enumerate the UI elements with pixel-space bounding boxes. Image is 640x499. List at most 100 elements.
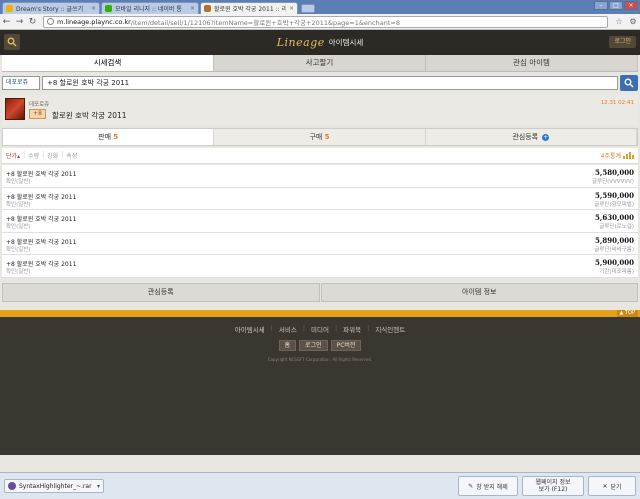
divider: | (42, 151, 45, 158)
server-select[interactable]: 데포로쥬 (2, 76, 40, 90)
search-icon[interactable] (4, 34, 20, 50)
browser-tab-active[interactable]: 할로윈 호박 각궁 2011 :: 리 × (200, 2, 298, 14)
search-row: 데포로쥬 +8 할로윈 호박 각궁 2011 (2, 74, 638, 92)
login-button[interactable]: 로그인 (609, 36, 636, 48)
footer-link[interactable]: 미디어 (311, 324, 329, 334)
tab-sell[interactable]: 판매 5 (3, 129, 215, 145)
download-shelf: SyntaxHighlighter_~.rar ▾ ✎ 창 받지 해제 웹페이지… (0, 472, 640, 499)
forward-icon[interactable]: → (13, 17, 26, 27)
browser-tab-label: 할로윈 호박 각궁 2011 :: 리 (214, 6, 286, 13)
listing-status: 확인(일반) (6, 201, 31, 208)
favicon-icon (105, 5, 112, 12)
listing-status: 확인(일반) (6, 246, 31, 253)
pc-version-button[interactable]: PC버전 (330, 340, 362, 351)
table-row[interactable]: +8 할로윈 호박 각궁 2011 확인(일반) 5,580,000 글루딘(V… (2, 165, 638, 188)
tab-buy-sell[interactable]: 사고팔기 (214, 55, 426, 71)
listing-seller: 글루딘(바바구름) (594, 246, 634, 253)
page-info-button[interactable]: 웹페이지 정보 보기 (F12) (522, 476, 584, 496)
close-icon: ✕ (602, 482, 608, 490)
download-item[interactable]: SyntaxHighlighter_~.rar ▾ (4, 479, 104, 493)
download-filename: SyntaxHighlighter_~.rar (19, 482, 92, 490)
tab-price-search[interactable]: 시세검색 (2, 55, 214, 71)
archive-file-icon (8, 482, 16, 490)
footer-link[interactable]: 아이템시세 (235, 324, 265, 334)
copyright: Copyright NCSOFT Corporation. All Rights… (267, 357, 373, 362)
four-week-stats-label: 4주통계 (600, 153, 621, 160)
sort-arrow-icon: ▴ (17, 153, 21, 160)
four-week-stats-link[interactable]: 4주통계 (601, 151, 634, 160)
scroll-top-button[interactable]: ▲ TOP (616, 310, 638, 317)
back-icon[interactable]: ← (0, 17, 13, 27)
table-row[interactable]: +8 할로윈 호박 각궁 2011 확인(일반) 5,900,000 기란(데포… (2, 255, 638, 278)
sort-options: 단가▴ | 수량 | 강화 | 속성 (6, 151, 77, 160)
browser-tab-label: 모바일 리니지 :: 네이버 통 (115, 6, 182, 13)
enchant-badge: +8 (29, 109, 46, 119)
tab-sell-count: 5 (113, 133, 119, 141)
sort-quantity[interactable]: 수량 (28, 151, 39, 160)
divider: | (270, 324, 273, 332)
footer-links: 아이템시세 | 서비스 | 미디어 | 파워북 | 지식인헨트 (0, 324, 640, 334)
item-datetime: 12.31 02:41 (600, 100, 634, 106)
footer-link[interactable]: 지식인헨트 (375, 324, 405, 334)
new-tab-button[interactable] (301, 4, 315, 13)
listing-seller: 글루딘(항모퍼벌) (594, 201, 634, 208)
item-server: 데포로쥬 (29, 102, 50, 108)
reload-icon[interactable]: ↻ (26, 17, 39, 27)
sort-attribute[interactable]: 속성 (66, 151, 77, 160)
close-icon[interactable]: × (289, 5, 294, 12)
divider: | (367, 324, 370, 332)
address-bar[interactable]: m.lineage.plaync.co.kr /item/detail/sell… (43, 15, 608, 28)
divider: | (334, 324, 338, 332)
sort-row: 단가▴ | 수량 | 강화 | 속성 4주통계 (2, 148, 638, 164)
footer-link[interactable]: 파워북 (343, 324, 361, 334)
close-icon[interactable]: × (91, 5, 96, 12)
footer-buttons: 홈 로그인 PC버전 (0, 340, 640, 351)
minimize-icon[interactable]: – (594, 1, 608, 10)
search-input[interactable]: +8 할로윈 호박 각궁 2011 (42, 76, 618, 90)
chevron-down-icon[interactable]: ▾ (97, 483, 100, 490)
browser-tab[interactable]: Dream's Story :: 글쓰기 × (2, 2, 100, 14)
plus-icon: + (542, 133, 550, 141)
sort-unit-price[interactable]: 단가▴ (6, 151, 20, 160)
tab-buy-count: 5 (324, 133, 330, 141)
listing-status: 확인(일반) (6, 179, 31, 185)
footer-link[interactable]: 서비스 (279, 324, 297, 334)
table-row[interactable]: +8 할로윈 호박 각궁 2011 확인(일반) 5,890,000 글루딘(바… (2, 233, 638, 256)
popup-block-label: 창 받지 해제 (476, 483, 508, 491)
listing-price: 5,590,000 (595, 190, 634, 200)
sort-enchant[interactable]: 강화 (47, 151, 58, 160)
table-row[interactable]: +8 할로윈 호박 각궁 2011 확인(일반) 5,590,000 글루딘(항… (2, 188, 638, 211)
bottom-actions: 관심등록 아이템 정보 (2, 283, 638, 302)
divider: | (61, 151, 64, 158)
site-footer: 아이템시세 | 서비스 | 미디어 | 파워북 | 지식인헨트 홈 로그인 PC… (0, 317, 640, 455)
table-row[interactable]: +8 할로윈 호박 각궁 2011 확인(일반) 5,630,000 글루딘(로… (2, 210, 638, 233)
lineage-logo[interactable]: Lineage (277, 36, 325, 49)
window-controls: – □ × (594, 1, 638, 10)
home-button[interactable]: 홈 (278, 340, 297, 351)
tab-buy[interactable]: 구매 5 (214, 129, 426, 145)
favicon-icon (204, 5, 211, 12)
top-strip (0, 310, 640, 317)
shelf-close-button[interactable]: ✕ 닫기 (588, 476, 636, 496)
maximize-icon[interactable]: □ (609, 1, 623, 10)
wrench-icon[interactable]: ⚙ (626, 17, 640, 26)
tab-buy-label: 구매 (309, 133, 323, 141)
add-favorite-button[interactable]: 관심등록 (2, 283, 320, 302)
bookmark-star-icon[interactable]: ☆ (612, 17, 626, 26)
listing-price: 5,900,000 (595, 258, 634, 268)
listing-status: 확인(일반) (6, 269, 31, 276)
item-info-button[interactable]: 아이템 정보 (320, 283, 638, 302)
tab-favorite-items[interactable]: 관심 아이템 (426, 55, 638, 71)
listing-price: 5,580,000 (595, 168, 634, 177)
browser-tab[interactable]: 모바일 리니지 :: 네이버 통 × (101, 2, 199, 14)
footer-login-button[interactable]: 로그인 (299, 340, 328, 351)
tab-add-favorite[interactable]: 관심등록 + (426, 129, 637, 145)
search-button[interactable] (620, 75, 638, 91)
close-icon[interactable]: × (190, 5, 195, 12)
listing-price: 5,630,000 (595, 213, 634, 223)
window-close-icon[interactable]: × (624, 1, 638, 10)
tab-favorite-label: 관심등록 (512, 133, 539, 141)
listing-seller: 글루딘(VVVVVV) (591, 179, 634, 185)
listing-table: +8 할로윈 호박 각궁 2011 확인(일반) 5,580,000 글루딘(V… (2, 165, 638, 278)
popup-block-toggle[interactable]: ✎ 창 받지 해제 (458, 476, 518, 496)
